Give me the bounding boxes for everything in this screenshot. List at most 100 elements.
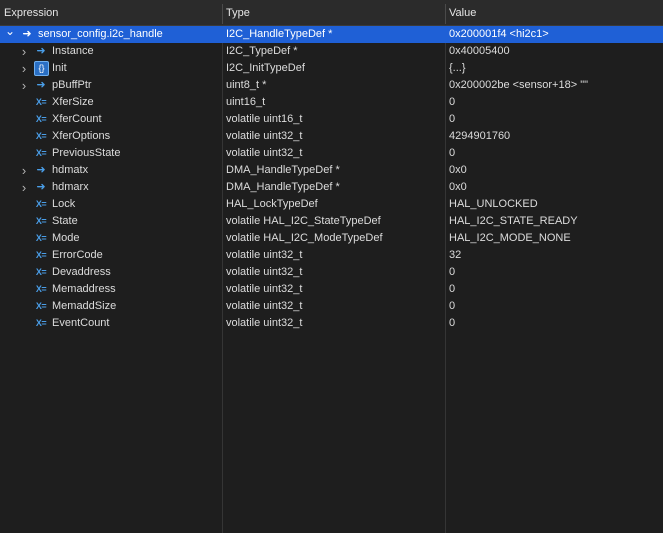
chevron-down-icon[interactable]: ⌄ — [4, 26, 16, 43]
variable-name: hdmatx — [52, 164, 89, 176]
tree-row-root[interactable]: ⌄ ➜ sensor_config.i2c_handle I2C_HandleType… — [0, 26, 663, 43]
variable-x-icon: X= — [35, 233, 47, 243]
value-cell[interactable]: 4294901760 — [449, 128, 663, 145]
tree-row[interactable]: X= PreviousState volatile uint32_t 0 — [0, 145, 663, 162]
chevron-right-icon[interactable]: › — [18, 162, 30, 179]
variable-name: sensor_config.i2c_handle — [38, 28, 163, 40]
column-header-bar: Expression Type Value — [0, 0, 663, 26]
variable-name: Init — [52, 62, 67, 74]
variable-tree: ⌄ ➜ sensor_config.i2c_handle I2C_HandleType… — [0, 26, 663, 332]
variable-x-icon: X= — [35, 199, 47, 209]
pointer-arrow-icon: ➜ — [36, 79, 46, 91]
variable-x-icon: X= — [35, 216, 47, 226]
value-cell[interactable]: {...} — [449, 60, 663, 77]
expression-cell: › ➜ hdmatx — [0, 162, 222, 179]
pointer-arrow-icon: ➜ — [36, 164, 46, 176]
type-cell: volatile uint32_t — [226, 317, 303, 329]
tree-row[interactable]: › ➜ pBuffPtr uint8_t * 0x200002be <sensor+18… — [0, 77, 663, 94]
chevron-right-icon[interactable]: › — [18, 179, 30, 196]
value-cell[interactable]: 0 — [449, 94, 663, 111]
variable-name: MemaddSize — [52, 300, 117, 312]
expression-cell: X= State — [0, 213, 222, 230]
type-cell: volatile uint32_t — [226, 266, 303, 278]
expression-cell: › ➜ hdmarx — [0, 179, 222, 196]
value-cell[interactable]: 0x0 — [449, 162, 663, 179]
tree-row[interactable]: X= Devaddress volatile uint32_t 0 — [0, 264, 663, 281]
expression-cell: X= Memaddress — [0, 281, 222, 298]
type-cell: HAL_LockTypeDef — [226, 198, 318, 210]
value-cell[interactable]: HAL_I2C_STATE_READY — [449, 213, 663, 230]
value-cell[interactable]: HAL_I2C_MODE_NONE — [449, 230, 663, 247]
value-cell[interactable]: 32 — [449, 247, 663, 264]
type-cell: uint8_t * — [226, 79, 267, 91]
variable-name: Mode — [52, 232, 80, 244]
struct-icon: {} — [34, 61, 49, 76]
expression-cell: › ➜ pBuffPtr — [0, 77, 222, 94]
tree-row[interactable]: X= Memaddress volatile uint32_t 0 — [0, 281, 663, 298]
expression-cell: X= XferSize — [0, 94, 222, 111]
pointer-arrow-icon: ➜ — [36, 45, 46, 57]
chevron-right-icon[interactable]: › — [18, 43, 30, 60]
expression-cell: X= PreviousState — [0, 145, 222, 162]
type-cell: volatile uint32_t — [226, 249, 303, 261]
variable-x-icon: X= — [35, 284, 47, 294]
variable-x-icon: X= — [35, 301, 47, 311]
value-cell[interactable]: HAL_UNLOCKED — [449, 196, 663, 213]
value-cell[interactable]: 0 — [449, 145, 663, 162]
tree-row[interactable]: › ➜ hdmatx DMA_HandleTypeDef * 0x0 — [0, 162, 663, 179]
expression-cell: › ➜ Instance — [0, 43, 222, 60]
variable-x-icon: X= — [35, 318, 47, 328]
type-cell: volatile uint32_t — [226, 147, 303, 159]
type-cell: volatile uint16_t — [226, 113, 303, 125]
tree-row[interactable]: X= XferCount volatile uint16_t 0 — [0, 111, 663, 128]
chevron-right-icon[interactable]: › — [18, 77, 30, 94]
tree-row[interactable]: › {} Init I2C_InitTypeDef {...} — [0, 60, 663, 77]
variable-x-icon: X= — [35, 267, 47, 277]
type-cell: I2C_HandleTypeDef * — [226, 28, 333, 40]
value-cell[interactable]: 0 — [449, 298, 663, 315]
tree-row[interactable]: › ➜ hdmarx DMA_HandleTypeDef * 0x0 — [0, 179, 663, 196]
tree-row[interactable]: X= ErrorCode volatile uint32_t 32 — [0, 247, 663, 264]
value-cell[interactable]: 0x200001f4 <hi2c1> — [449, 26, 663, 43]
variable-name: hdmarx — [52, 181, 89, 193]
variable-name: Devaddress — [52, 266, 111, 278]
tree-row[interactable]: X= Lock HAL_LockTypeDef HAL_UNLOCKED — [0, 196, 663, 213]
expression-cell: X= XferOptions — [0, 128, 222, 145]
expression-cell: X= ErrorCode — [0, 247, 222, 264]
value-cell[interactable]: 0x200002be <sensor+18> "" — [449, 77, 663, 94]
value-cell[interactable]: 0 — [449, 281, 663, 298]
variable-x-icon: X= — [35, 131, 47, 141]
variable-name: PreviousState — [52, 147, 121, 159]
tree-row[interactable]: › ➜ Instance I2C_TypeDef * 0x40005400 — [0, 43, 663, 60]
expression-cell: ⌄ ➜ sensor_config.i2c_handle — [0, 26, 222, 43]
variable-x-icon: X= — [35, 97, 47, 107]
value-cell[interactable]: 0 — [449, 315, 663, 332]
tree-row[interactable]: X= State volatile HAL_I2C_StateTypeDef HAL_… — [0, 213, 663, 230]
expression-column-header[interactable]: Expression — [0, 0, 222, 26]
variable-name: XferSize — [52, 96, 94, 108]
type-cell: volatile uint32_t — [226, 130, 303, 142]
expression-cell: › {} Init — [0, 60, 222, 77]
value-cell[interactable]: 0 — [449, 264, 663, 281]
tree-row[interactable]: X= XferSize uint16_t 0 — [0, 94, 663, 111]
type-column-header[interactable]: Type — [222, 0, 445, 26]
tree-row[interactable]: X= MemaddSize volatile uint32_t 0 — [0, 298, 663, 315]
variable-name: XferCount — [52, 113, 102, 125]
type-cell: uint16_t — [226, 96, 266, 108]
chevron-right-icon[interactable]: › — [18, 60, 30, 77]
tree-row[interactable]: X= XferOptions volatile uint32_t 4294901760 — [0, 128, 663, 145]
value-cell[interactable]: 0x0 — [449, 179, 663, 196]
expression-cell: X= XferCount — [0, 111, 222, 128]
value-column-header[interactable]: Value — [445, 0, 663, 26]
variable-name: Memaddress — [52, 283, 116, 295]
tree-row[interactable]: X= EventCount volatile uint32_t 0 — [0, 315, 663, 332]
type-cell: volatile HAL_I2C_StateTypeDef — [226, 215, 381, 227]
type-cell: volatile uint32_t — [226, 283, 303, 295]
variable-name: EventCount — [52, 317, 110, 329]
value-cell[interactable]: 0 — [449, 111, 663, 128]
expression-cell: X= Mode — [0, 230, 222, 247]
variable-name: pBuffPtr — [52, 79, 92, 91]
pointer-arrow-icon: ➜ — [36, 181, 46, 193]
value-cell[interactable]: 0x40005400 — [449, 43, 663, 60]
tree-row[interactable]: X= Mode volatile HAL_I2C_ModeTypeDef HAL_I2… — [0, 230, 663, 247]
